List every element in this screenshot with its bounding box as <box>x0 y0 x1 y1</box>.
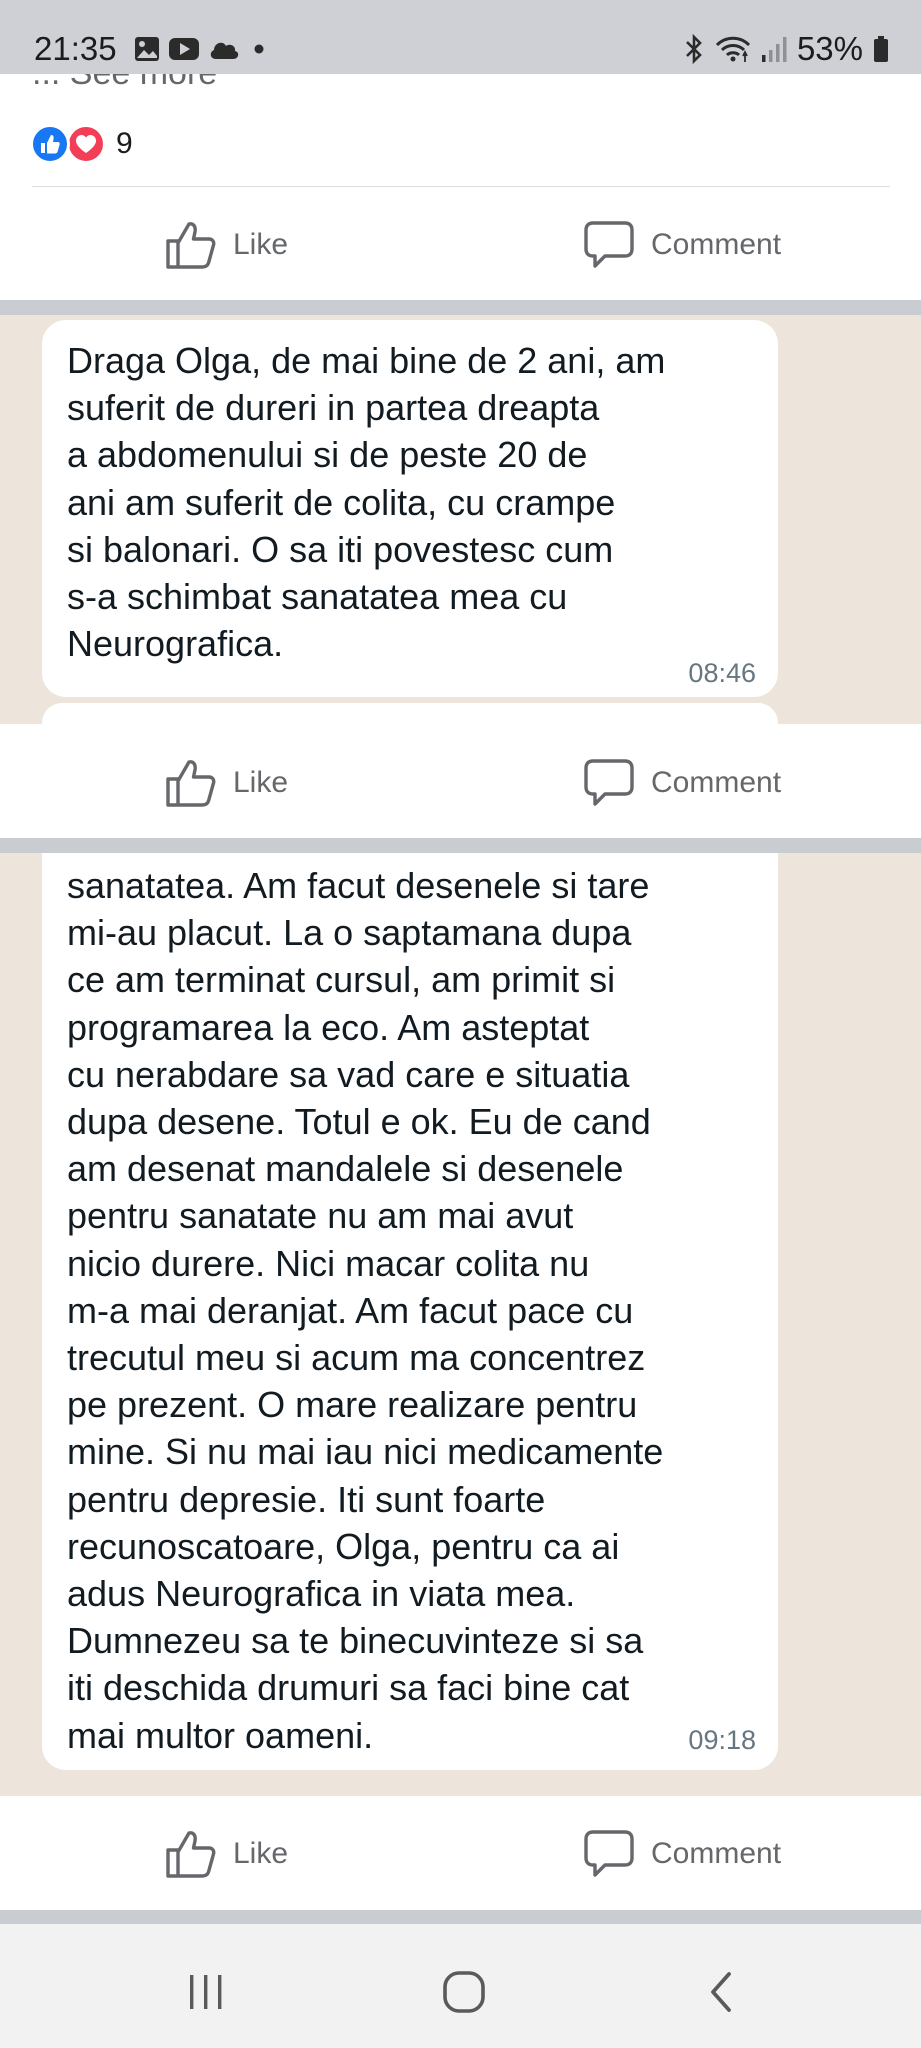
status-bar: 21:35 53% <box>0 0 921 74</box>
chat-bubble: Draga Olga, de mai bine de 2 ani, am suf… <box>42 320 778 697</box>
comment-label: Comment <box>651 228 782 261</box>
like-button[interactable]: Like <box>165 733 288 833</box>
love-reaction-icon <box>66 124 106 164</box>
comment-label: Comment <box>651 1837 782 1870</box>
post-actions: Like Comment <box>0 195 921 295</box>
divider <box>32 186 890 187</box>
comment-icon <box>584 221 634 268</box>
reaction-count: 9 <box>116 127 133 160</box>
post-separator <box>0 1910 921 1924</box>
recents-icon <box>190 1975 222 2009</box>
signal-icon <box>761 37 787 62</box>
navigation-bar <box>0 1924 921 2048</box>
comment-button[interactable]: Comment <box>583 195 781 295</box>
gallery-icon <box>135 37 159 61</box>
thumbs-up-icon <box>166 1831 216 1878</box>
wifi-icon <box>715 36 750 62</box>
like-label: Like <box>233 228 289 261</box>
chat-screenshot-image[interactable]: sanatatea. Am facut desenele si tare mi-… <box>0 853 921 1796</box>
youtube-icon <box>169 38 199 60</box>
thumbs-up-icon <box>166 222 216 269</box>
chat-screenshot-image[interactable]: Draga Olga, de mai bine de 2 ani, am suf… <box>0 315 921 724</box>
chat-bubble-partial <box>42 703 778 724</box>
post-separator <box>0 300 921 315</box>
comment-button[interactable]: Comment <box>583 733 781 833</box>
notification-icons <box>134 36 270 62</box>
chat-bubble: sanatatea. Am facut desenele si tare mi-… <box>42 853 778 1770</box>
see-more-link[interactable]: ... See more <box>32 74 292 94</box>
thumbs-up-icon <box>166 760 216 807</box>
bluetooth-icon <box>686 34 702 64</box>
post-separator <box>0 838 921 853</box>
home-button[interactable] <box>424 1964 504 2020</box>
see-more-text: ... See more <box>32 74 217 93</box>
comment-button[interactable]: Comment <box>583 1804 781 1904</box>
reactions-summary[interactable]: 9 <box>30 124 133 164</box>
status-time: 21:35 <box>34 30 117 67</box>
battery-icon <box>874 36 888 62</box>
like-button[interactable]: Like <box>165 195 288 295</box>
battery-percent: 53% <box>796 30 863 67</box>
like-reaction-icon <box>30 124 70 164</box>
message-text: sanatatea. Am facut desenele si tare mi-… <box>67 865 664 1756</box>
message-text: Draga Olga, de mai bine de 2 ani, am suf… <box>67 340 666 665</box>
comment-icon <box>584 759 634 806</box>
comment-icon <box>584 1830 634 1877</box>
message-time: 08:46 <box>688 658 756 688</box>
comment-label: Comment <box>651 766 782 799</box>
recents-button[interactable] <box>166 1964 246 2020</box>
like-label: Like <box>233 766 289 799</box>
message-time: 09:18 <box>688 1725 756 1755</box>
cloud-icon <box>210 42 239 59</box>
back-button[interactable] <box>682 1964 762 2020</box>
back-icon <box>711 1972 731 2012</box>
system-icons: 53% <box>683 30 889 68</box>
home-icon <box>443 1971 485 2013</box>
like-button[interactable]: Like <box>165 1804 288 1904</box>
post-actions: Like Comment <box>0 1804 921 1904</box>
dot-icon <box>254 44 264 54</box>
post-actions: Like Comment <box>0 733 921 833</box>
like-label: Like <box>233 1837 289 1870</box>
